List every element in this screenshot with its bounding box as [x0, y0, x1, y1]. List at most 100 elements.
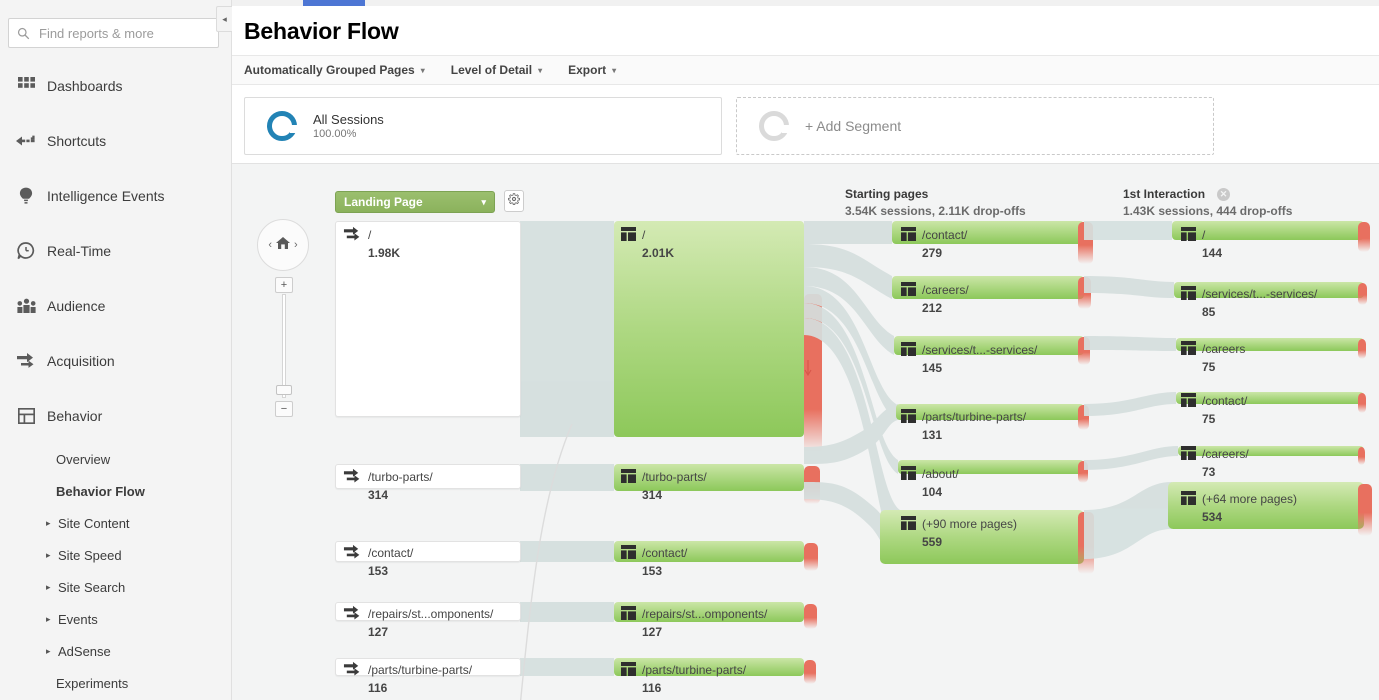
sidebar-subitem-label: Experiments: [56, 675, 129, 691]
home-icon[interactable]: [275, 236, 291, 255]
node-value: 116: [368, 681, 388, 695]
dimension-selector[interactable]: Landing Page ▾: [335, 191, 495, 213]
sidebar-item-acquisition[interactable]: Acquisition: [0, 333, 231, 388]
landing-node[interactable]: [335, 658, 521, 676]
interaction1-node-label[interactable]: /parts/turbine-parts/ 131: [901, 408, 1026, 444]
chevron-right-icon: ▸: [46, 549, 51, 560]
node-value: 153: [642, 564, 663, 578]
grid-icon: [10, 77, 42, 94]
nav-left-icon[interactable]: ‹: [268, 239, 272, 251]
node-value: 314: [642, 488, 663, 502]
segment-donut-icon: [267, 111, 297, 141]
sidebar-item-overview[interactable]: Overview: [0, 443, 231, 475]
interaction1-node-label[interactable]: /contact/ 279: [901, 226, 967, 262]
node-page: /careers: [1202, 342, 1246, 356]
node-page: /contact/: [922, 228, 968, 242]
zoom-slider[interactable]: + −: [275, 277, 293, 417]
level-of-detail-dropdown[interactable]: Level of Detail ▾: [451, 63, 542, 77]
sidebar-subitem-label: AdSense: [58, 643, 111, 659]
flow-settings-button[interactable]: [504, 190, 524, 212]
interaction1-node-label[interactable]: (+90 more pages) 559: [901, 515, 1017, 551]
page-icon: [901, 409, 916, 423]
interaction2-node-label[interactable]: /careers/ 73: [1181, 445, 1249, 481]
sidebar-item-site-speed[interactable]: ▸ Site Speed: [0, 539, 231, 571]
landing-node[interactable]: [335, 602, 521, 621]
sidebar-collapse-button[interactable]: ◂: [216, 6, 232, 32]
node-value: 153: [368, 564, 389, 578]
page-icon: [621, 227, 636, 241]
sidebar: Dashboards Shortcuts: [0, 0, 232, 700]
sidebar-item-adsense[interactable]: ▸ AdSense: [0, 635, 231, 667]
column-title: Starting pages: [845, 187, 929, 201]
starting-node-label[interactable]: /turbo-parts/ 314: [621, 468, 707, 504]
sidebar-item-site-content[interactable]: ▸ Site Content: [0, 507, 231, 539]
sidebar-item-shortcuts[interactable]: Shortcuts: [0, 113, 231, 168]
node-value: 127: [642, 625, 663, 639]
column-subtitle: 1.43K sessions, 444 drop-offs: [1123, 204, 1293, 218]
node-page: /turbo-parts/: [642, 470, 707, 484]
sidebar-item-real-time[interactable]: Real-Time: [0, 223, 231, 278]
zoom-out-button[interactable]: −: [275, 401, 293, 417]
sidebar-item-events[interactable]: ▸ Events: [0, 603, 231, 635]
interaction1-node-label[interactable]: /careers/ 212: [901, 281, 969, 317]
export-dropdown[interactable]: Export ▾: [568, 63, 616, 77]
interaction2-node-label[interactable]: /careers 75: [1181, 340, 1245, 376]
starting-node-label[interactable]: /parts/turbine-parts/ 116: [621, 661, 746, 697]
grouping-dropdown[interactable]: Automatically Grouped Pages ▾: [244, 63, 425, 77]
dimension-selector-label: Landing Page: [344, 195, 423, 209]
page-icon: [1181, 446, 1196, 460]
sidebar-item-dashboards[interactable]: Dashboards: [0, 58, 231, 113]
landing-node[interactable]: [335, 464, 521, 489]
node-value: 75: [1202, 412, 1216, 426]
landing-node[interactable]: [335, 221, 521, 417]
chevron-right-icon: ▸: [46, 517, 51, 528]
interaction2-node-label[interactable]: /contact/ 75: [1181, 392, 1247, 428]
interaction1-node-label[interactable]: /about/ 104: [901, 465, 959, 501]
sidebar-item-behavior[interactable]: Behavior: [0, 388, 231, 443]
zoom-slider-track[interactable]: [282, 294, 286, 398]
gear-icon: [508, 192, 520, 210]
segment-all-sessions[interactable]: All Sessions 100.00%: [244, 97, 722, 155]
sidebar-item-behavior-flow[interactable]: Behavior Flow: [0, 475, 231, 507]
node-value: 145: [922, 361, 943, 375]
page-icon: [1181, 491, 1196, 505]
page-icon: [901, 516, 916, 530]
sidebar-item-site-search[interactable]: ▸ Site Search: [0, 571, 231, 603]
sidebar-subitem-label: Site Speed: [58, 547, 122, 563]
node-page: /parts/turbine-parts/: [642, 663, 747, 677]
sidebar-item-intelligence-events[interactable]: Intelligence Events: [0, 168, 231, 223]
sidebar-nav: Dashboards Shortcuts Intelligence Events…: [0, 58, 231, 699]
landing-node[interactable]: [335, 541, 521, 562]
node-value: 559: [922, 535, 943, 549]
page-title: Behavior Flow: [244, 18, 399, 44]
node-page: /: [1202, 228, 1206, 242]
interaction2-node-label[interactable]: /services/t...-services/ 85: [1181, 285, 1317, 321]
add-segment-button[interactable]: + Add Segment: [736, 97, 1214, 155]
layout-icon: [10, 407, 42, 424]
interaction1-node-label[interactable]: /services/t...-services/ 145: [901, 341, 1037, 377]
sidebar-search: [0, 0, 231, 48]
sidebar-subitem-label: Site Content: [58, 515, 130, 531]
zoom-slider-thumb[interactable]: [276, 385, 292, 395]
node-value: 212: [922, 301, 943, 315]
main-content: Behavior Flow Automatically Grouped Page…: [232, 6, 1379, 700]
interaction2-node-label[interactable]: (+64 more pages) 534: [1181, 490, 1297, 526]
search-input[interactable]: [37, 24, 217, 42]
search-box[interactable]: [8, 18, 219, 48]
chevron-right-icon: ▸: [46, 581, 51, 592]
zoom-in-button[interactable]: +: [275, 277, 293, 293]
sidebar-item-label: Real-Time: [47, 242, 112, 259]
sidebar-item-audience[interactable]: Audience: [0, 278, 231, 333]
flow-navigation-control[interactable]: ‹ ›: [257, 219, 309, 271]
sidebar-item-experiments[interactable]: Experiments: [0, 667, 231, 699]
close-icon[interactable]: ✕: [1217, 187, 1231, 201]
page-icon: [1181, 286, 1196, 300]
behavior-flow-canvas[interactable]: Starting pages 3.54K sessions, 2.11K dro…: [232, 163, 1379, 700]
interaction2-node-label[interactable]: / 144: [1181, 226, 1222, 262]
starting-node-label[interactable]: / 2.01K: [621, 226, 674, 262]
starting-node-label[interactable]: /contact/ 153: [621, 544, 687, 580]
nav-right-icon[interactable]: ›: [294, 239, 298, 251]
sidebar-item-label: Intelligence Events: [47, 187, 165, 204]
node-value: 2.01K: [642, 246, 675, 260]
starting-node-label[interactable]: /repairs/st...omponents/ 127: [621, 605, 767, 641]
